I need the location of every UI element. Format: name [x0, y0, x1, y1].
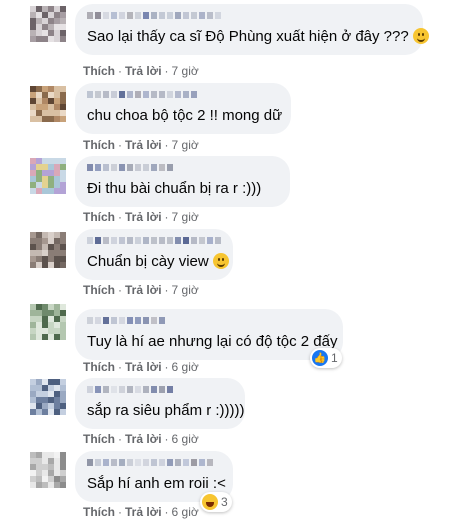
reply-button[interactable]: Trả lời	[125, 283, 162, 297]
avatar[interactable]	[30, 158, 66, 194]
comment-text: Sắp hí anh em roii :<	[87, 475, 226, 492]
blurred-author-name[interactable]	[87, 317, 331, 326]
avatar[interactable]	[30, 304, 66, 340]
comment-actions: Thích · Trả lời · 7 giờ	[83, 283, 199, 297]
comment-timestamp[interactable]: 7 giờ	[172, 210, 199, 224]
reply-button[interactable]: Trả lời	[125, 138, 162, 152]
comment-bubble: sắp ra siêu phẩm r :)))))	[75, 378, 245, 429]
smiling-emoji-icon	[212, 253, 229, 269]
like-button[interactable]: Thích	[83, 505, 115, 519]
reaction-count: 1	[331, 351, 338, 365]
comment-actions: Thích · Trả lời · 6 giờ	[83, 432, 199, 446]
comment-bubble: Tuy là hí ae nhưng lại có độ tộc 2 đấy	[75, 309, 343, 360]
comment-bubble: Sao lại thấy ca sĩ Độ Phùng xuất hiện ở …	[75, 4, 429, 55]
comment-bubble: Đi thu bài chuẩn bị ra r :)))	[75, 156, 290, 207]
comment-timestamp[interactable]: 7 giờ	[172, 283, 199, 297]
reaction-badge[interactable]: 3	[200, 492, 232, 512]
blurred-author-name[interactable]	[87, 12, 411, 21]
comment-text: sắp ra siêu phẩm r :)))))	[87, 402, 245, 419]
reaction-badge[interactable]: 👍 1	[310, 348, 342, 368]
reply-button[interactable]: Trả lời	[125, 505, 162, 519]
comment-text: Sao lại thấy ca sĩ Độ Phùng xuất hiện ở …	[87, 28, 409, 45]
like-button[interactable]: Thích	[83, 432, 115, 446]
blurred-author-name[interactable]	[87, 459, 221, 468]
comment-text: Chuẩn bị cày view	[87, 253, 209, 270]
comment-bubble: chu choa bộ tộc 2 !! mong dữ	[75, 83, 291, 134]
reply-button[interactable]: Trả lời	[125, 360, 162, 374]
comment-bubble: Chuẩn bị cày view	[75, 229, 233, 280]
blurred-author-name[interactable]	[87, 164, 278, 173]
blurred-author-name[interactable]	[87, 91, 279, 100]
reply-button[interactable]: Trả lời	[125, 64, 162, 78]
like-button[interactable]: Thích	[83, 64, 115, 78]
like-button[interactable]: Thích	[83, 360, 115, 374]
reply-button[interactable]: Trả lời	[125, 210, 162, 224]
comment-timestamp[interactable]: 6 giờ	[172, 432, 199, 446]
haha-icon	[202, 494, 218, 510]
comment-text: Tuy là hí ae nhưng lại có độ tộc 2 đấy	[87, 333, 338, 350]
avatar[interactable]	[30, 232, 66, 268]
avatar[interactable]	[30, 379, 66, 415]
comment-timestamp[interactable]: 6 giờ	[172, 505, 199, 519]
blurred-author-name[interactable]	[87, 386, 233, 395]
like-button[interactable]: Thích	[83, 210, 115, 224]
reply-button[interactable]: Trả lời	[125, 432, 162, 446]
reaction-count: 3	[221, 495, 228, 509]
blurred-author-name[interactable]	[87, 237, 221, 246]
comment-timestamp[interactable]: 7 giờ	[172, 138, 199, 152]
avatar[interactable]	[30, 452, 66, 488]
avatar[interactable]	[30, 86, 66, 122]
slightly-smiling-emoji-icon	[412, 28, 429, 44]
comment-text: chu choa bộ tộc 2 !! mong dữ	[87, 107, 283, 124]
comment-text: Đi thu bài chuẩn bị ra r :)))	[87, 180, 262, 197]
avatar[interactable]	[30, 6, 66, 42]
comment-actions: Thích · Trả lời · 6 giờ	[83, 360, 199, 374]
comment-actions: Thích · Trả lời · 6 giờ	[83, 505, 199, 519]
comment-timestamp[interactable]: 7 giờ	[172, 64, 199, 78]
comment-actions: Thích · Trả lời · 7 giờ	[83, 64, 199, 78]
like-button[interactable]: Thích	[83, 283, 115, 297]
comment-timestamp[interactable]: 6 giờ	[172, 360, 199, 374]
like-icon: 👍	[312, 350, 328, 366]
like-button[interactable]: Thích	[83, 138, 115, 152]
comment-actions: Thích · Trả lời · 7 giờ	[83, 210, 199, 224]
comment-actions: Thích · Trả lời · 7 giờ	[83, 138, 199, 152]
